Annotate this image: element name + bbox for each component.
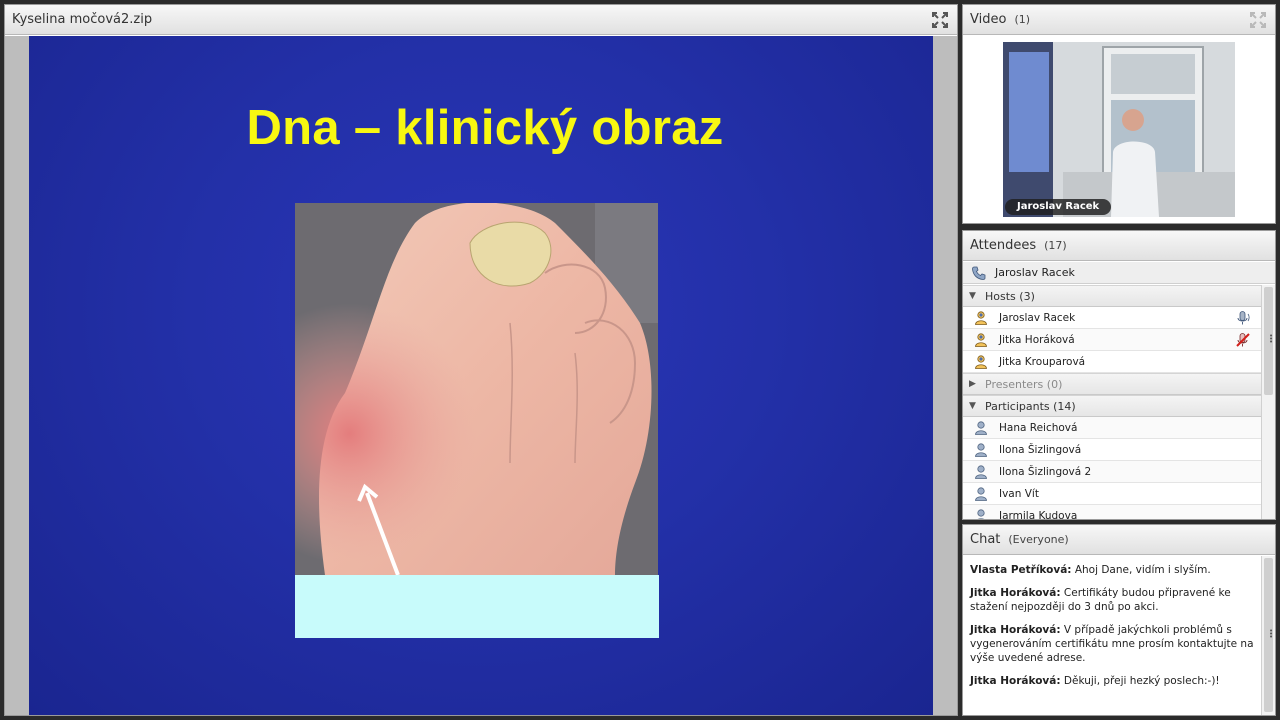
video-pod: Video (1) Jaroslav Racek — [962, 4, 1276, 224]
attendee-name: Jarmila Kudova — [999, 509, 1078, 520]
participant-user-icon — [973, 508, 989, 520]
current-user-row[interactable]: Jaroslav Racek — [963, 262, 1275, 284]
group-presenters-label: Presenters (0) — [985, 377, 1063, 391]
share-content-area: Dna – klinický obraz — [5, 36, 957, 715]
scrollbar-thumb[interactable]: • • • — [1264, 558, 1273, 712]
slide-photo-foot — [295, 203, 658, 575]
chat-author: Jitka Horáková: — [970, 624, 1061, 636]
video-area: Jaroslav Racek — [963, 36, 1275, 223]
share-pod-title: Kyselina močová2.zip — [12, 12, 153, 27]
expand-triangle-icon: ▼ — [969, 401, 976, 411]
video-pod-title: Video — [970, 12, 1007, 27]
chat-text: Děkuji, přeji hezký poslech:-)! — [1060, 675, 1220, 687]
maximize-icon[interactable] — [931, 11, 949, 29]
phone-icon — [972, 266, 986, 280]
host-user-icon — [973, 310, 989, 326]
chat-message: Jitka Horáková: Děkuji, přeji hezký posl… — [970, 674, 1255, 688]
chat-author: Vlasta Petříková: — [970, 564, 1072, 576]
group-hosts-label: Hosts (3) — [985, 289, 1035, 303]
chat-pod-header: Chat (Everyone) — [963, 525, 1275, 555]
list-item[interactable]: Jitka Krouparová — [963, 351, 1261, 373]
video-pod-header: Video (1) — [963, 5, 1275, 35]
webcam-feed[interactable]: Jaroslav Racek — [1003, 42, 1235, 217]
microphone-muted-icon — [1236, 333, 1250, 347]
presenter-name-tag: Jaroslav Racek — [1005, 199, 1112, 215]
chat-message: Jitka Horáková: Certifikáty budou připra… — [970, 586, 1255, 614]
chat-pod: Chat (Everyone) Vlasta Petříková: Ahoj D… — [962, 524, 1276, 716]
slide-title: Dna – klinický obraz — [246, 101, 724, 155]
list-item[interactable]: Ilona Šizlingová — [963, 439, 1261, 461]
list-item[interactable]: Ivan Vít — [963, 483, 1261, 505]
chat-author: Jitka Horáková: — [970, 587, 1061, 599]
host-user-icon — [973, 332, 989, 348]
share-pod: Kyselina močová2.zip Dna – klinický obra… — [4, 4, 958, 716]
participant-user-icon — [973, 442, 989, 458]
group-participants[interactable]: ▼ Participants (14) — [963, 395, 1261, 417]
list-item[interactable]: Ilona Šizlingová 2 — [963, 461, 1261, 483]
group-participants-label: Participants (14) — [985, 399, 1076, 413]
maximize-icon[interactable] — [1249, 11, 1267, 29]
microphone-icon — [1237, 311, 1250, 325]
chat-pod-title: Chat — [970, 532, 1001, 547]
group-hosts[interactable]: ▼ Hosts (3) — [963, 285, 1261, 307]
attendees-count: (17) — [1044, 239, 1067, 252]
list-item[interactable]: Jarmila Kudova — [963, 505, 1261, 519]
video-count: (1) — [1014, 13, 1031, 26]
attendees-pod-header: Attendees (17) — [963, 231, 1275, 261]
participant-user-icon — [973, 486, 989, 502]
attendee-name: Jaroslav Racek — [999, 311, 1076, 324]
attendees-pod: Attendees (17) Jaroslav Racek ▼ Hosts (3… — [962, 230, 1276, 520]
chat-messages: Vlasta Petříková: Ahoj Dane, vidím i sly… — [963, 556, 1261, 715]
list-item[interactable]: Jitka Horáková — [963, 329, 1261, 351]
presentation-slide: Dna – klinický obraz — [29, 36, 933, 715]
attendee-list-scrollbar[interactable]: • • • — [1261, 285, 1275, 519]
chat-text: Ahoj Dane, vidím i slyším. — [1071, 564, 1211, 576]
expand-triangle-icon: ▼ — [969, 291, 976, 301]
attendee-name: Jitka Krouparová — [999, 355, 1086, 368]
host-user-icon — [973, 354, 989, 370]
attendee-name: Ilona Šizlingová 2 — [999, 465, 1092, 478]
attendee-name: Hana Reichová — [999, 421, 1078, 434]
share-pod-header: Kyselina močová2.zip — [5, 5, 957, 35]
list-item[interactable]: Jaroslav Racek — [963, 307, 1261, 329]
participant-user-icon — [973, 420, 989, 436]
attendee-list: ▼ Hosts (3) Jaroslav Racek Jitka Horákov… — [963, 285, 1261, 519]
attendee-list-panel: Jaroslav Racek ▼ Hosts (3) Jaroslav Race… — [963, 262, 1275, 519]
slide-caption-box — [295, 575, 659, 638]
attendee-name: Ivan Vít — [999, 487, 1039, 500]
chat-message: Jitka Horáková: V případě jakýchkoli pro… — [970, 623, 1255, 665]
chat-scope: (Everyone) — [1008, 533, 1069, 546]
scrollbar-thumb[interactable]: • • • — [1264, 287, 1273, 395]
scroll-grip-icon: • • • — [1269, 332, 1274, 346]
participant-user-icon — [973, 464, 989, 480]
chat-message: Vlasta Petříková: Ahoj Dane, vidím i sly… — [970, 563, 1255, 577]
attendees-pod-title: Attendees — [970, 238, 1037, 253]
scroll-grip-icon: • • • — [1269, 627, 1274, 641]
current-user-name: Jaroslav Racek — [995, 266, 1075, 279]
collapse-triangle-icon: ▶ — [969, 379, 976, 389]
attendee-name: Ilona Šizlingová — [999, 443, 1082, 456]
attendee-name: Jitka Horáková — [999, 333, 1075, 346]
chat-author: Jitka Horáková: — [970, 675, 1061, 687]
group-presenters[interactable]: ▶ Presenters (0) — [963, 373, 1261, 395]
chat-scrollbar[interactable]: • • • — [1261, 556, 1275, 715]
list-item[interactable]: Hana Reichová — [963, 417, 1261, 439]
